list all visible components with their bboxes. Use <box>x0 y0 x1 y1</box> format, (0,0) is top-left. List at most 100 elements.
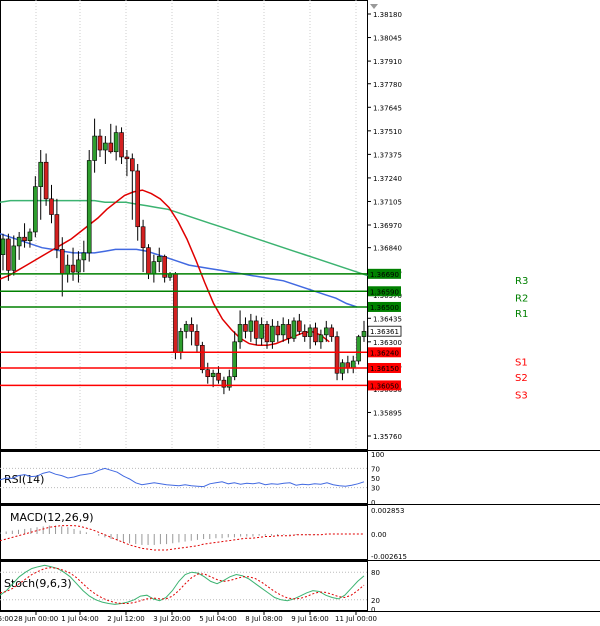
candle-body <box>280 324 286 336</box>
y-tick-label: 1.37240 <box>373 175 402 183</box>
stoch-label: Stoch(9,6,3) <box>4 577 72 590</box>
candle-body <box>291 320 297 339</box>
y-tick-label: 1.35760 <box>373 433 402 441</box>
x-tick-label: 9 Jul 16:00 <box>291 615 329 623</box>
level-tag-value: 1.36150 <box>370 365 399 373</box>
candle <box>291 317 297 342</box>
y-tick-label: 1.37105 <box>373 198 402 206</box>
candle-body <box>16 236 22 247</box>
y-tick-label: 1.37375 <box>373 151 402 159</box>
candle-body <box>38 161 44 187</box>
candle <box>86 150 92 262</box>
x-tick-label: 11 Jul 00:00 <box>335 615 377 623</box>
candle-body <box>119 132 124 158</box>
y-tick-label: 1.36970 <box>373 222 402 230</box>
candle-body <box>264 324 270 343</box>
candle-body <box>135 170 141 228</box>
candle-body <box>350 360 356 369</box>
candle-body <box>33 186 38 233</box>
candle-body <box>156 256 162 262</box>
level-tag-value: 1.36590 <box>370 288 399 296</box>
candle-body <box>194 331 200 346</box>
candle-body <box>81 252 87 261</box>
level-label-r2: R2 <box>515 293 528 304</box>
candle-body <box>232 341 237 378</box>
candle-body <box>43 161 49 200</box>
level-label-r3: R3 <box>515 276 528 287</box>
stoch-tick-label: 20 <box>371 597 380 605</box>
candle-body <box>253 320 259 339</box>
candle-body <box>59 249 65 275</box>
rsi-tick-label: 30 <box>371 485 380 493</box>
y-tick-label: 1.38180 <box>373 11 402 19</box>
candle-body <box>329 327 334 337</box>
macd-tick-label: 0.00 <box>371 531 387 539</box>
candle-body <box>307 327 313 337</box>
candle-body <box>216 372 221 381</box>
level-tag-value: 1.36690 <box>370 271 399 279</box>
y-tick-label: 1.37910 <box>373 58 402 66</box>
y-tick-label: 1.36840 <box>373 245 402 253</box>
candle-body <box>70 264 76 273</box>
level-label-r1: R1 <box>515 309 528 320</box>
candle-body <box>151 261 157 275</box>
candle-body <box>183 324 189 332</box>
candle-body <box>275 325 281 336</box>
y-tick-label: 1.36435 <box>373 315 402 323</box>
candle-body <box>259 324 264 339</box>
macd-tick-label: -0.002615 <box>371 553 407 561</box>
candle-body <box>356 336 361 362</box>
level-tag-value: 1.36050 <box>370 382 399 390</box>
level-label-s3: S3 <box>515 390 528 401</box>
y-tick-label: 1.35895 <box>373 409 402 417</box>
candle-body <box>345 362 351 369</box>
candle-body <box>113 132 119 153</box>
x-tick-label: 27 Jun 16:00 <box>0 615 13 623</box>
rsi-tick-label: 100 <box>371 451 384 459</box>
level-label-s2: S2 <box>515 373 528 384</box>
candle-body <box>108 142 114 153</box>
candle-body <box>97 135 103 151</box>
candle-body <box>200 345 205 371</box>
candle-body <box>54 214 60 250</box>
level-label-s1: S1 <box>515 357 528 368</box>
level-tag-value: 1.36240 <box>370 349 399 357</box>
stoch-tick-label: 0 <box>371 606 375 614</box>
candle-body <box>86 160 92 254</box>
candle-body <box>124 156 130 160</box>
candle-body <box>205 369 211 378</box>
candle-body <box>270 325 275 343</box>
rsi-tick-label: 50 <box>371 475 380 483</box>
candle-body <box>49 198 54 215</box>
current-price-marker: 1.36361 <box>367 325 402 337</box>
candle-body <box>210 372 216 378</box>
forex-chart: 1.38180 1.38045 1.37910 1.37780 1.37645 1.375… <box>0 0 600 626</box>
macd-tick-label: 0.002853 <box>371 507 404 515</box>
candle <box>356 334 361 365</box>
y-tick-label: 1.37780 <box>373 81 402 89</box>
x-tick-label: 1 Jul 04:00 <box>61 615 99 623</box>
rsi-tick-label: 0 <box>371 499 375 507</box>
candle-body <box>76 259 81 273</box>
candle-body <box>146 247 151 275</box>
candle-body <box>248 320 254 332</box>
candle <box>173 272 178 360</box>
candle-body <box>0 238 6 255</box>
candle-body <box>323 327 329 336</box>
candle-body <box>318 334 324 343</box>
candle-body <box>6 238 11 271</box>
candle-body <box>11 245 17 271</box>
candle-body <box>103 142 108 151</box>
candle-body <box>27 231 33 241</box>
x-tick-label: 2 Jul 12:00 <box>107 615 145 623</box>
candle-body <box>65 264 70 275</box>
candle <box>334 331 340 381</box>
candle-body <box>130 158 135 172</box>
candle-body <box>313 327 318 343</box>
x-tick-label: 8 Jul 08:00 <box>245 615 283 623</box>
y-tick-label: 1.36300 <box>373 339 402 347</box>
candle-body <box>22 236 27 241</box>
x-tick-label: 5 Jul 04:00 <box>199 615 237 623</box>
candle-body <box>361 331 367 337</box>
y-tick-label: 1.38045 <box>373 35 402 43</box>
